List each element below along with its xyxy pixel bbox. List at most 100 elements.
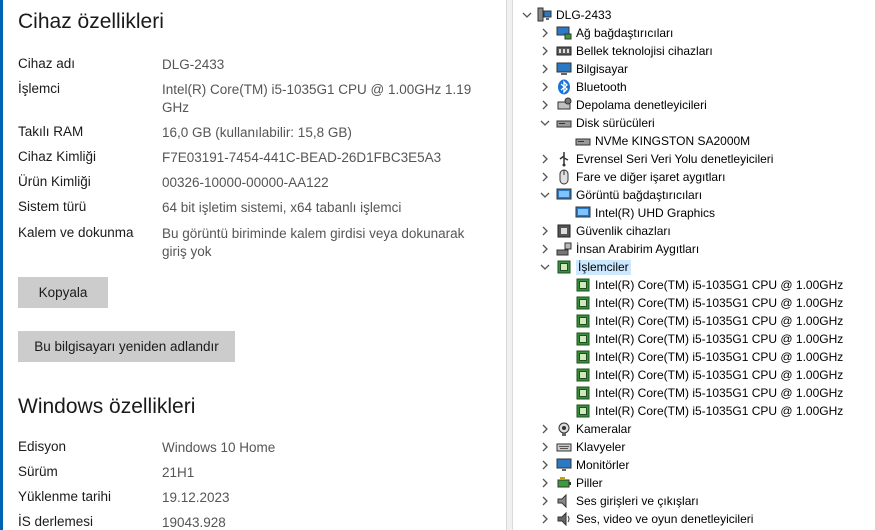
tree-node-label[interactable]: Bilgisayar (576, 62, 628, 77)
tree-node-label[interactable]: Intel(R) Core(TM) i5-1035G1 CPU @ 1.00GH… (595, 368, 843, 383)
tree-node-label[interactable]: Fare ve diğer işaret aygıtları (576, 170, 725, 185)
tree-node-label[interactable]: Intel(R) Core(TM) i5-1035G1 CPU @ 1.00GH… (595, 404, 843, 419)
chevron-right-icon[interactable] (540, 495, 550, 507)
tree-node-label[interactable]: Ses girişleri ve çıkışları (576, 494, 699, 509)
device-spec-row: İşlemci Intel(R) Core(TM) i5-1035G1 CPU @… (18, 81, 488, 117)
chevron-right-icon[interactable] (540, 81, 550, 93)
tree-node-label[interactable]: Klavyeler (576, 440, 625, 455)
tree-node-label[interactable]: Intel(R) Core(TM) i5-1035G1 CPU @ 1.00GH… (595, 314, 843, 329)
tree-node-label[interactable]: Bluetooth (576, 80, 627, 95)
chevron-right-icon[interactable] (540, 45, 550, 57)
tree-node-label[interactable]: Evrensel Seri Veri Yolu denetleyicileri (576, 152, 773, 167)
chevron-right-icon[interactable] (540, 513, 550, 525)
tree-node-label[interactable]: Depolama denetleyicileri (576, 98, 707, 113)
rename-pc-button[interactable]: Bu bilgisayarı yeniden adlandır (18, 331, 235, 362)
tree-node-label[interactable]: Güvenlik cihazları (576, 224, 671, 239)
chevron-right-icon[interactable] (540, 171, 550, 183)
tree-category[interactable]: Bluetooth (514, 78, 875, 96)
tree-node-label[interactable]: İnsan Arabirim Aygıtları (576, 242, 699, 257)
tree-node-label[interactable]: NVMe KINGSTON SA2000M (595, 134, 750, 149)
tree-device[interactable]: NVMe KINGSTON SA2000M (514, 132, 875, 150)
tree-category[interactable]: Bilgisayar (514, 60, 875, 78)
tree-category[interactable]: Depolama denetleyicileri (514, 96, 875, 114)
tree-device[interactable]: Intel(R) Core(TM) i5-1035G1 CPU @ 1.00GH… (514, 276, 875, 294)
tree-category[interactable]: Ses, video ve oyun denetleyicileri (514, 510, 875, 528)
chevron-right-icon[interactable] (540, 225, 550, 237)
chevron-right-icon[interactable] (540, 27, 550, 39)
tree-node-label[interactable]: Ağ bağdaştırıcıları (576, 26, 673, 41)
chevron-right-icon[interactable] (540, 63, 550, 75)
tree-category[interactable]: Ses girişleri ve çıkışları (514, 492, 875, 510)
processor-icon (575, 349, 591, 365)
device-manager-tree: DLG-2433 Ağ bağdaştırıcıları Bellek teknol… (514, 0, 875, 530)
tree-category[interactable]: İşlemciler (514, 258, 875, 276)
chevron-right-icon[interactable] (540, 477, 550, 489)
tree-node-label[interactable]: Intel(R) Core(TM) i5-1035G1 CPU @ 1.00GH… (595, 386, 843, 401)
windows-spec-label: Yüklenme tarihi (18, 489, 112, 504)
tree-category[interactable]: Güvenlik cihazları (514, 222, 875, 240)
tree-category[interactable]: İnsan Arabirim Aygıtları (514, 240, 875, 258)
disk-drive-icon (556, 115, 572, 131)
chevron-right-icon[interactable] (540, 459, 550, 471)
tree-category[interactable]: Fare ve diğer işaret aygıtları (514, 168, 875, 186)
tree-category[interactable]: Görüntü bağdaştırıcıları (514, 186, 875, 204)
tree-node-label[interactable]: Intel(R) Core(TM) i5-1035G1 CPU @ 1.00GH… (595, 296, 843, 311)
processor-icon (575, 313, 591, 329)
windows-specs-title: Windows özellikleri (18, 395, 196, 418)
tree-node-label[interactable]: Intel(R) Core(TM) i5-1035G1 CPU @ 1.00GH… (595, 350, 843, 365)
tree-device[interactable]: Intel(R) Core(TM) i5-1035G1 CPU @ 1.00GH… (514, 384, 875, 402)
tree-node-label[interactable]: Monitörler (576, 458, 629, 473)
windows-spec-label: Edisyon (18, 439, 67, 454)
tree-category[interactable]: Ağ bağdaştırıcıları (514, 24, 875, 42)
storage-controller-icon (556, 97, 572, 113)
tree-node-label[interactable]: Disk sürücüleri (576, 116, 655, 131)
device-spec-value: Bu görüntü biriminde kalem girdisi veya … (162, 226, 465, 259)
tree-node-label[interactable]: Kameralar (576, 422, 631, 437)
tree-node-label[interactable]: Piller (576, 476, 603, 491)
copy-button[interactable]: Kopyala (18, 277, 108, 308)
audio-io-icon (556, 493, 572, 509)
processor-icon (575, 295, 591, 311)
device-spec-value: 00326-10000-00000-AA122 (162, 175, 329, 190)
tree-category[interactable]: Kameralar (514, 420, 875, 438)
battery-icon (556, 475, 572, 491)
tree-device[interactable]: Intel(R) Core(TM) i5-1035G1 CPU @ 1.00GH… (514, 330, 875, 348)
tree-node-label[interactable]: Bellek teknolojisi cihazları (576, 44, 713, 59)
chevron-down-icon[interactable] (522, 9, 532, 21)
chevron-right-icon[interactable] (540, 153, 550, 165)
tree-category[interactable]: Evrensel Seri Veri Yolu denetleyicileri (514, 150, 875, 168)
tree-node-label[interactable]: DLG-2433 (556, 8, 611, 23)
tree-device[interactable]: Intel(R) Core(TM) i5-1035G1 CPU @ 1.00GH… (514, 348, 875, 366)
computer-icon (536, 7, 552, 23)
processor-icon (575, 367, 591, 383)
chevron-right-icon[interactable] (540, 441, 550, 453)
chevron-down-icon[interactable] (540, 189, 550, 201)
tree-node-label[interactable]: Ses, video ve oyun denetleyicileri (576, 512, 753, 527)
chevron-down-icon[interactable] (540, 261, 550, 273)
tree-device[interactable]: Intel(R) Core(TM) i5-1035G1 CPU @ 1.00GH… (514, 366, 875, 384)
display-adapter-icon (575, 205, 591, 221)
tree-root[interactable]: DLG-2433 (514, 6, 875, 24)
memory-device-icon (556, 43, 572, 59)
tree-node-label[interactable]: Intel(R) UHD Graphics (595, 206, 715, 221)
tree-device[interactable]: Intel(R) Core(TM) i5-1035G1 CPU @ 1.00GH… (514, 312, 875, 330)
tree-node-label[interactable]: Intel(R) Core(TM) i5-1035G1 CPU @ 1.00GH… (595, 332, 843, 347)
chevron-right-icon[interactable] (540, 99, 550, 111)
device-spec-value: F7E03191-7454-441C-BEAD-26D1FBC3E5A3 (162, 150, 442, 165)
tree-category[interactable]: Piller (514, 474, 875, 492)
tree-node-label[interactable]: İşlemciler (576, 260, 631, 275)
tree-device[interactable]: Intel(R) UHD Graphics (514, 204, 875, 222)
tree-category[interactable]: Bellek teknolojisi cihazları (514, 42, 875, 60)
tree-category[interactable]: Monitörler (514, 456, 875, 474)
tree-category[interactable]: Disk sürücüleri (514, 114, 875, 132)
tree-device[interactable]: Intel(R) Core(TM) i5-1035G1 CPU @ 1.00GH… (514, 402, 875, 420)
device-spec-value: 64 bit işletim sistemi, x64 tabanlı işle… (162, 200, 402, 215)
chevron-down-icon[interactable] (540, 117, 550, 129)
chevron-right-icon[interactable] (540, 243, 550, 255)
tree-device[interactable]: Intel(R) Core(TM) i5-1035G1 CPU @ 1.00GH… (514, 294, 875, 312)
tree-category[interactable]: Klavyeler (514, 438, 875, 456)
sound-controller-icon (556, 511, 572, 527)
chevron-right-icon[interactable] (540, 423, 550, 435)
tree-node-label[interactable]: Intel(R) Core(TM) i5-1035G1 CPU @ 1.00GH… (595, 278, 843, 293)
tree-node-label[interactable]: Görüntü bağdaştırıcıları (576, 188, 702, 203)
